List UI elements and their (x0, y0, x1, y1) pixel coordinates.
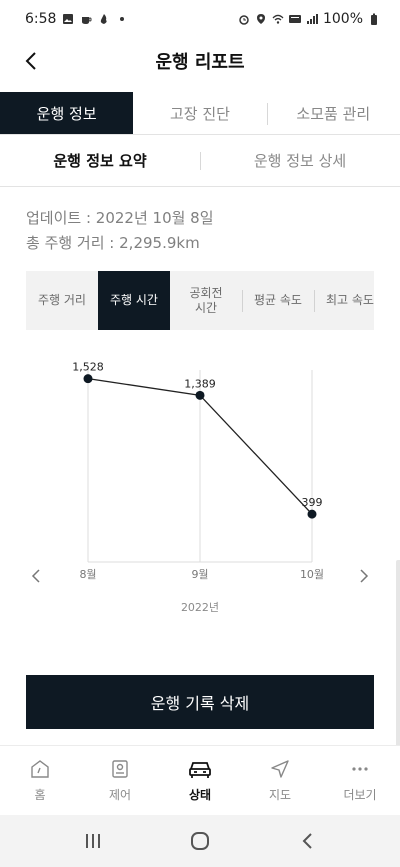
metric-tab-label: 최고 속도 (326, 293, 374, 307)
update-date: 업데이트 : 2022년 10월 8일 (26, 209, 214, 227)
chart-data-point (307, 509, 317, 519)
battery-percent: 100% (322, 11, 363, 27)
metric-tab-idle-time[interactable]: 공회전 시간 (170, 271, 242, 330)
chart-next-button[interactable] (354, 566, 374, 586)
hd-voice-icon (288, 13, 301, 25)
status-bar: 6:58 100% (0, 0, 400, 38)
delete-button-label: 운행 기록 삭제 (150, 694, 250, 713)
location-icon (255, 13, 267, 25)
status-time: 6:58 (25, 11, 57, 27)
nav-label: 상태 (188, 788, 212, 802)
recent-apps-icon (86, 834, 101, 848)
nav-label: 지도 (268, 788, 292, 802)
metric-tab-label: 주행 시간 (110, 293, 158, 307)
total-distance: 총 주행 거리 : 2,295.9km (26, 234, 200, 252)
system-nav-bar (0, 815, 400, 867)
sub-tabs: 운행 정보 요약 운행 정보 상세 (0, 135, 400, 187)
metric-tab-avg-speed[interactable]: 평균 속도 (242, 271, 314, 330)
home-button[interactable] (180, 821, 220, 861)
tab-detail[interactable]: 운행 정보 상세 (200, 135, 400, 186)
nav-label: 홈 (34, 788, 46, 802)
chart-x-tick-label: 9월 (191, 568, 208, 581)
tab-label: 운행 정보 요약 (53, 152, 147, 170)
metric-tabs: 주행 거리 주행 시간 공회전 시간 평균 속도 최고 속도 (26, 271, 374, 330)
battery-icon (368, 13, 380, 25)
chevron-left-icon (25, 52, 36, 70)
alarm-icon (238, 13, 250, 25)
control-icon (108, 758, 132, 780)
tab-summary[interactable]: 운행 정보 요약 (0, 135, 200, 186)
more-icon (348, 758, 372, 780)
nav-home[interactable]: 홈 (0, 746, 80, 815)
tab-fault-diagnosis[interactable]: 고장 진단 (133, 92, 266, 134)
chart-x-tick-label: 8월 (79, 568, 96, 581)
bottom-nav: 홈 제어 상태 지도 더보기 (0, 745, 400, 815)
drive-time-chart: 1,528 1,389 399 8월 9월 10월 2022년 (0, 340, 400, 630)
metric-tab-distance[interactable]: 주행 거리 (26, 271, 98, 330)
chart-data-point (83, 374, 93, 384)
tab-divider (266, 103, 268, 125)
car-icon (188, 758, 212, 780)
page-title: 운행 리포트 (155, 52, 245, 73)
delete-records-button[interactable]: 운행 기록 삭제 (26, 675, 374, 729)
system-back-button[interactable] (287, 821, 327, 861)
recent-apps-button[interactable] (73, 821, 113, 861)
home-icon (28, 758, 52, 780)
app-header: 운행 리포트 (0, 38, 400, 84)
line-chart: 1,528 1,389 399 8월 9월 10월 (72, 361, 324, 581)
nav-more[interactable]: 더보기 (320, 746, 400, 815)
gallery-icon (62, 13, 74, 25)
tab-label: 운행 정보 상세 (253, 152, 347, 170)
chart-year-label: 2022년 (180, 601, 220, 614)
main-tabs: 운행 정보 고장 진단 소모품 관리 (0, 92, 400, 135)
nav-label: 더보기 (343, 788, 377, 802)
fire-icon (98, 13, 110, 25)
tab-driving-info[interactable]: 운행 정보 (0, 92, 134, 134)
nav-map[interactable]: 지도 (240, 746, 320, 815)
chart-data-label: 1,528 (72, 361, 104, 374)
tab-consumables[interactable]: 소모품 관리 (266, 92, 400, 134)
nav-control[interactable]: 제어 (80, 746, 160, 815)
metric-tab-label: 공회전 시간 (189, 285, 223, 315)
wifi-icon (272, 13, 284, 25)
tab-divider (314, 290, 315, 312)
nav-label: 제어 (108, 788, 132, 802)
nav-status[interactable]: 상태 (160, 746, 240, 815)
navigation-icon (268, 758, 292, 780)
signal-icon (306, 13, 318, 25)
dot-icon (116, 13, 128, 25)
metric-tab-max-speed[interactable]: 최고 속도 (314, 271, 374, 330)
chevron-right-icon (360, 569, 369, 583)
edge-panel-handle[interactable] (396, 560, 400, 760)
coffee-icon (80, 13, 92, 25)
chart-prev-button[interactable] (26, 566, 46, 586)
home-circle-icon (190, 832, 209, 850)
tab-divider (200, 152, 201, 170)
tab-label: 소모품 관리 (296, 104, 371, 123)
chevron-left-icon (31, 569, 40, 583)
chart-data-point (195, 390, 205, 400)
tab-label: 운행 정보 (36, 104, 97, 123)
chart-data-label: 399 (302, 496, 323, 509)
tab-label: 고장 진단 (170, 104, 230, 123)
report-info: 업데이트 : 2022년 10월 8일 총 주행 거리 : 2,295.9km (26, 206, 214, 256)
chart-x-tick-label: 10월 (300, 568, 324, 581)
metric-tab-drive-time[interactable]: 주행 시간 (98, 271, 170, 330)
chart-data-label: 1,389 (184, 377, 216, 390)
back-button[interactable] (18, 48, 44, 74)
metric-tab-label: 평균 속도 (254, 293, 302, 307)
tab-divider (242, 290, 243, 312)
metric-tab-label: 주행 거리 (38, 293, 86, 307)
back-arrow-icon (302, 833, 312, 849)
